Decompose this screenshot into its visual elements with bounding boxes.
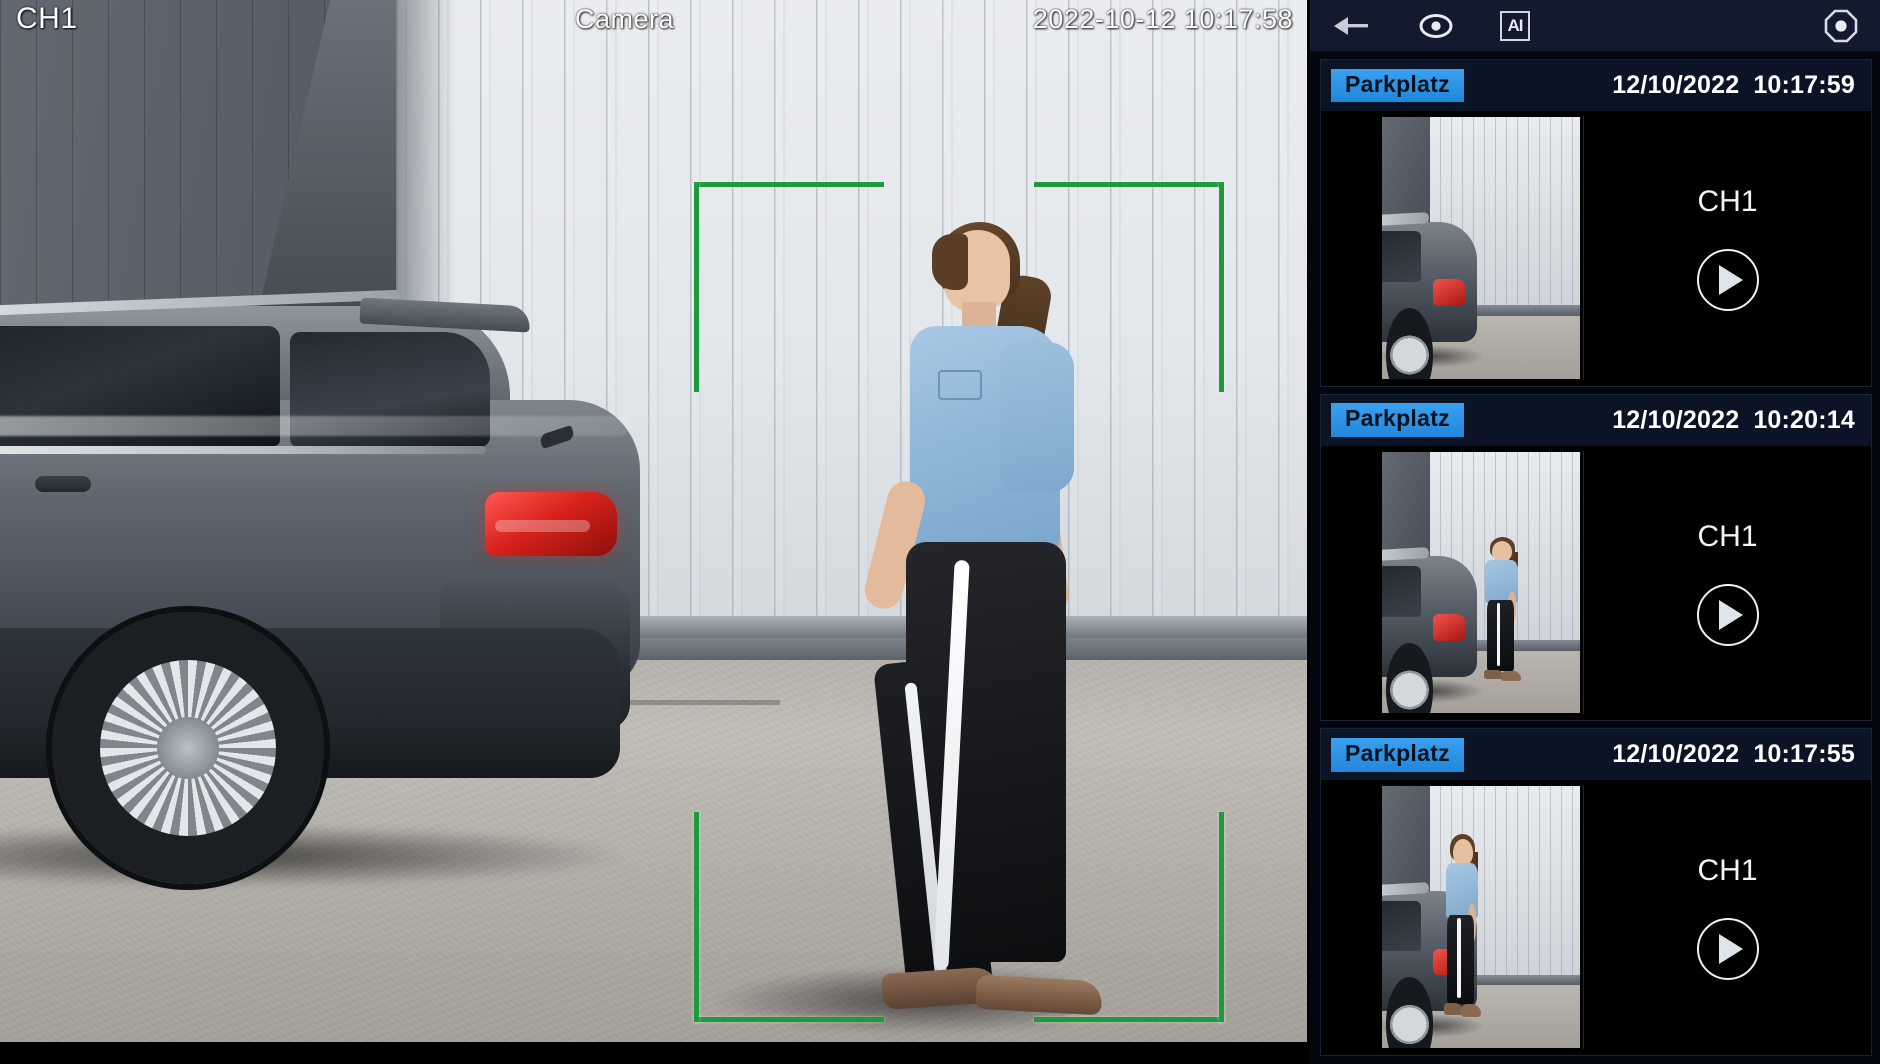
thumb-person-shoe-left — [1483, 669, 1503, 680]
event-timestamp: 12/10/2022 10:17:59 — [1612, 71, 1855, 100]
bracket-top-left — [694, 182, 884, 187]
event-thumbnail-wrap[interactable] — [1321, 116, 1583, 380]
thumb-person-shoe-left — [1444, 1002, 1464, 1015]
thumb-car-taillight — [1432, 614, 1466, 641]
bracket-bottom-left — [694, 1017, 884, 1022]
bracket-left-bottom — [694, 812, 699, 1022]
bracket-top-right — [1034, 182, 1224, 187]
event-time: 10:20:14 — [1753, 405, 1855, 434]
event-channel-label: CH1 — [1697, 519, 1758, 553]
thumb-person-pants — [1447, 914, 1475, 1005]
thumbnail-scene — [1382, 117, 1580, 379]
thumb-car-roof — [1382, 547, 1430, 562]
thumb-person — [1441, 833, 1485, 1017]
thumb-person — [1481, 536, 1525, 681]
thumb-car-window — [1382, 565, 1422, 617]
event-date: 12/10/2022 — [1612, 71, 1740, 99]
ai-mode-icon[interactable]: AI — [1500, 10, 1530, 41]
event-date: 12/10/2022 — [1612, 405, 1740, 434]
event-card-header: Parkplatz 12/10/2022 10:20:14 — [1321, 394, 1871, 447]
osd-channel-label: CH1 — [16, 2, 78, 35]
event-channel-label: CH1 — [1697, 854, 1758, 888]
back-arrow-icon[interactable] — [1332, 14, 1372, 38]
zone-badge: Parkplatz — [1331, 737, 1464, 772]
bracket-bottom-right — [1034, 1017, 1224, 1022]
event-meta: CH1 — [1583, 450, 1871, 715]
nvr-playback-screen: CH1 Camera 2022-10-12 10:17:58 AI Parkpl… — [0, 0, 1880, 1064]
zone-badge: Parkplatz — [1331, 68, 1464, 103]
event-meta: CH1 — [1583, 785, 1871, 1050]
play-triangle — [1719, 264, 1743, 295]
bracket-right-bottom — [1219, 812, 1224, 1022]
event-card-header: Parkplatz 12/10/2022 10:17:59 — [1321, 60, 1871, 112]
thumb-person-shoe-right — [1461, 1004, 1482, 1017]
car-door-handle — [35, 476, 91, 492]
thumb-dark-wall — [1382, 451, 1430, 557]
event-card-body: CH1 — [1321, 781, 1871, 1056]
car-taillight — [485, 492, 617, 556]
osd-camera-name: Camera — [575, 4, 675, 34]
thumb-person-pants — [1487, 600, 1515, 672]
thumbnail-scene — [1382, 451, 1580, 714]
thumb-person-pant-stripe — [1496, 603, 1501, 666]
thumbnail-scene — [1382, 786, 1580, 1049]
event-card-body: CH1 — [1321, 112, 1871, 386]
event-date: 12/10/2022 — [1612, 740, 1740, 769]
event-card[interactable]: Parkplatz 12/10/2022 10:17:59 CH1 — [1320, 59, 1872, 387]
live-video-pane[interactable]: CH1 Camera 2022-10-12 10:17:58 — [0, 0, 1307, 1064]
car-chrome-trim — [0, 446, 486, 454]
video-bottom-band — [0, 1042, 1307, 1064]
thumb-person-pant-stripe — [1457, 918, 1461, 998]
event-card[interactable]: Parkplatz 12/10/2022 10:20:14 CH1 — [1320, 393, 1872, 722]
event-time: 10:17:59 — [1753, 71, 1855, 99]
event-thumbnail[interactable] — [1381, 785, 1581, 1050]
event-channel-label: CH1 — [1697, 184, 1758, 218]
event-card-list: Parkplatz 12/10/2022 10:17:59 CH1 Parkpl… — [1310, 52, 1880, 1064]
event-thumbnail-wrap[interactable] — [1321, 785, 1583, 1050]
thumb-car-window — [1382, 900, 1422, 952]
bracket-left-top — [694, 182, 699, 392]
event-timestamp: 12/10/2022 10:17:55 — [1612, 740, 1855, 769]
event-meta: CH1 — [1583, 116, 1871, 380]
thumb-person-shoe-right — [1501, 671, 1522, 681]
bracket-right-top — [1219, 182, 1224, 392]
play-icon[interactable] — [1696, 918, 1759, 981]
thumb-car-window — [1382, 231, 1422, 282]
video-scene — [0, 0, 1307, 1064]
panel-toolbar: AI — [1310, 0, 1880, 52]
eye-target-icon[interactable] — [1418, 12, 1454, 40]
thumb-dark-wall — [1382, 117, 1430, 222]
event-timestamp: 12/10/2022 10:20:14 — [1612, 406, 1855, 435]
event-card-body: CH1 — [1321, 446, 1871, 721]
zone-badge: Parkplatz — [1331, 403, 1464, 438]
car-highlight — [0, 416, 630, 436]
thumb-car-roof — [1382, 212, 1430, 228]
event-thumbnail[interactable] — [1381, 116, 1581, 380]
thumb-car-roof — [1382, 881, 1430, 897]
event-time: 10:17:55 — [1753, 740, 1855, 769]
play-triangle — [1719, 934, 1743, 965]
event-thumbnail[interactable] — [1381, 450, 1581, 715]
play-icon[interactable] — [1696, 248, 1759, 311]
ai-detection-bracket — [694, 182, 1224, 1022]
record-settings-icon[interactable] — [1824, 9, 1858, 43]
play-triangle — [1719, 599, 1743, 630]
event-card[interactable]: Parkplatz 12/10/2022 10:17:55 CH1 — [1320, 728, 1872, 1057]
thumb-car-taillight — [1432, 279, 1466, 306]
parked-car — [0, 280, 700, 887]
event-thumbnail-wrap[interactable] — [1321, 450, 1583, 715]
thumb-dark-wall — [1382, 786, 1430, 891]
osd-timestamp: 2022-10-12 10:17:58 — [1032, 4, 1293, 34]
event-card-header: Parkplatz 12/10/2022 10:17:55 — [1321, 729, 1871, 782]
car-wheel — [52, 612, 324, 884]
event-panel: AI Parkplatz 12/10/2022 10:17:59 CH1 Par… — [1307, 0, 1880, 1064]
play-icon[interactable] — [1696, 583, 1759, 646]
